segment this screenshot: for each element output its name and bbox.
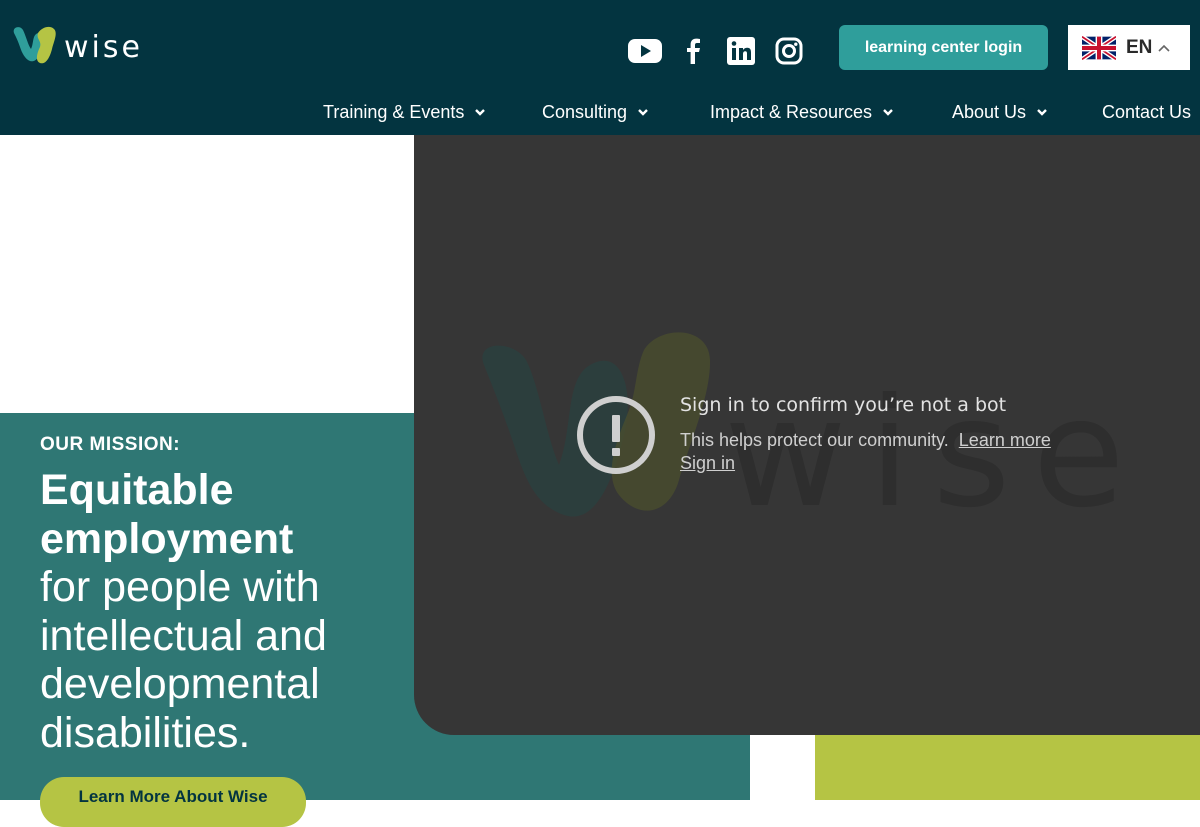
- chevron-down-icon: [638, 109, 648, 116]
- headline-rest: for people with intellectual and develop…: [40, 563, 327, 757]
- linkedin-icon: [727, 37, 755, 65]
- language-selector[interactable]: EN: [1068, 25, 1190, 70]
- bot-check-title: Sign in to confirm you’re not a bot: [680, 394, 1007, 416]
- learn-more-about-wise-button[interactable]: Learn More About Wise: [40, 777, 306, 827]
- instagram-link[interactable]: [770, 32, 808, 70]
- language-code: EN: [1126, 36, 1153, 58]
- site-header: wise learning center login EN Training &…: [0, 0, 1200, 135]
- nav-training-events[interactable]: Training & Events: [323, 98, 486, 126]
- nav-label: Consulting: [542, 101, 628, 122]
- chevron-down-icon: [475, 109, 486, 116]
- nav-contact-us[interactable]: Contact Us: [1102, 98, 1191, 126]
- warning-icon: [577, 396, 655, 474]
- facebook-link[interactable]: [674, 32, 712, 70]
- chevron-down-icon: [883, 109, 893, 116]
- headline-strong: Equitable employment: [40, 466, 294, 563]
- learning-center-login-button[interactable]: learning center login: [839, 25, 1048, 70]
- bot-check-text: This helps protect our community.: [680, 430, 949, 450]
- learn-more-link[interactable]: Learn more: [959, 430, 1051, 450]
- youtube-icon: [628, 39, 662, 63]
- nav-consulting[interactable]: Consulting: [542, 98, 649, 126]
- uk-flag-icon: [1082, 35, 1116, 60]
- video-embed[interactable]: wise Sign in to confirm you’re not a bot…: [414, 135, 1200, 735]
- chevron-down-icon: [1037, 109, 1047, 116]
- bot-check-body: This helps protect our community. Learn …: [680, 430, 1051, 451]
- wise-w-mark-icon: [13, 26, 56, 64]
- wise-logo[interactable]: wise: [10, 22, 160, 68]
- instagram-icon: [775, 37, 803, 65]
- nav-label: About Us: [952, 101, 1027, 122]
- chevron-up-icon: [1158, 44, 1170, 52]
- nav-impact-resources[interactable]: Impact & Resources: [710, 98, 894, 126]
- mission-headline: Equitable employment for people with int…: [40, 466, 380, 757]
- youtube-link[interactable]: [626, 32, 664, 70]
- facebook-icon: [687, 38, 700, 64]
- nav-label: Impact & Resources: [710, 101, 873, 122]
- mission-label: OUR MISSION:: [40, 434, 181, 455]
- linkedin-link[interactable]: [722, 32, 760, 70]
- nav-label: Training & Events: [323, 101, 465, 122]
- sign-in-link[interactable]: Sign in: [680, 453, 735, 474]
- wise-wordmark: wise: [64, 29, 143, 65]
- nav-about-us[interactable]: About Us: [952, 98, 1048, 126]
- nav-label: Contact Us: [1102, 101, 1192, 122]
